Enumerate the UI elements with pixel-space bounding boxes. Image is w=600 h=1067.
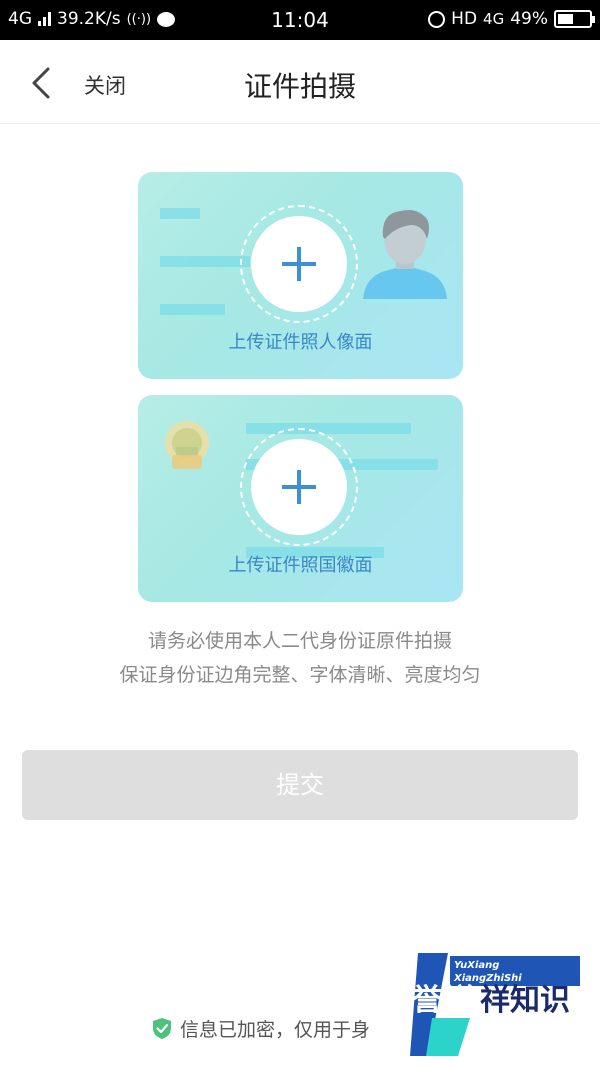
card-line — [160, 304, 225, 315]
battery-fill — [558, 14, 573, 24]
secure-notice: 信息已加密，仅用于身 — [152, 1015, 370, 1042]
shield-check-icon — [153, 1018, 171, 1039]
watermark-line1: YuXiang — [454, 960, 499, 971]
portrait-silhouette-icon — [363, 210, 447, 299]
card-line — [160, 256, 250, 267]
submit-button[interactable]: 提交 — [22, 750, 578, 820]
upload-back-plus-button[interactable] — [240, 428, 358, 546]
page-title: 证件拍摄 — [243, 70, 356, 103]
battery-icon — [554, 10, 595, 28]
upload-back-label: 上传证件照国徽面 — [228, 555, 373, 576]
secure-text: 信息已加密，仅用于身 — [180, 1019, 371, 1041]
watermark-logo: YuXiang XiangZhiShi 誉 祥 祥知识 — [410, 953, 580, 1056]
plus-icon — [251, 439, 347, 535]
hint-line-1: 请务必使用本人二代身份证原件拍摄 — [147, 630, 452, 652]
id-front-upload-card[interactable]: 上传证件照人像面 — [138, 172, 463, 379]
id-back-upload-card[interactable]: 上传证件照国徽面 — [138, 395, 463, 602]
hd-indicator: HD — [451, 9, 478, 29]
watermark-rest: 祥知识 — [480, 983, 570, 1018]
plus-icon — [251, 216, 347, 312]
card-line — [160, 208, 200, 219]
status-bar: 4G 39.2K/s ((·)) 11:04 HD 4G 49% — [0, 0, 600, 40]
card-line — [246, 423, 411, 434]
network-type-right: 4G — [483, 10, 505, 28]
upload-front-label: 上传证件照人像面 — [228, 332, 373, 353]
watermark-char2: 祥 — [444, 983, 474, 1018]
upload-front-plus-button[interactable] — [240, 205, 358, 323]
alarm-icon — [428, 10, 446, 28]
nav-bar: 关闭 证件拍摄 — [0, 40, 600, 124]
battery-percent: 49% — [510, 9, 548, 29]
national-emblem-icon — [165, 421, 209, 469]
hint-line-2: 保证身份证边角完整、字体清晰、亮度均匀 — [119, 664, 481, 686]
watermark-char1: 誉 — [412, 983, 443, 1018]
status-right: HD 4G 49% — [428, 9, 595, 29]
